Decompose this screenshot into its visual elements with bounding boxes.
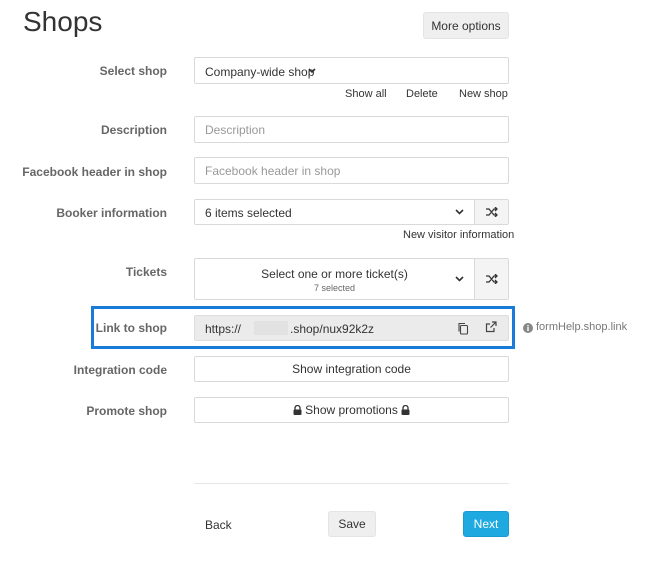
shop-link-url-suffix: .shop/nux92k2z (290, 322, 375, 336)
show-promotions-label: Show promotions (305, 403, 398, 417)
tickets-label: Tickets (125, 265, 167, 279)
redacted-domain (254, 321, 288, 335)
promote-shop-label: Promote shop (86, 404, 167, 418)
description-input[interactable] (194, 116, 509, 143)
more-options-button[interactable]: More options (423, 12, 509, 39)
info-icon[interactable] (523, 322, 533, 336)
page-title: Shops (23, 6, 103, 37)
save-button[interactable]: Save (328, 511, 376, 537)
shuffle-icon[interactable] (474, 200, 508, 224)
booker-information-label: Booker information (56, 206, 167, 220)
integration-code-label: Integration code (73, 363, 167, 377)
lock-icon (293, 405, 302, 415)
copy-icon[interactable] (457, 322, 469, 338)
show-all-link[interactable]: Show all (345, 88, 387, 100)
facebook-header-input[interactable] (194, 157, 509, 184)
delete-shop-link[interactable]: Delete (406, 88, 438, 100)
tickets-selected-count: 7 selected (313, 283, 356, 293)
new-shop-link[interactable]: New shop (459, 88, 508, 100)
chevron-down-icon (308, 68, 316, 74)
divider (194, 483, 509, 484)
show-promotions-button[interactable]: Show promotions (194, 397, 509, 423)
shuffle-icon[interactable] (474, 259, 508, 299)
description-label: Description (100, 123, 167, 137)
select-shop-dropdown[interactable]: Company-wide shop (194, 57, 509, 84)
show-integration-code-button[interactable]: Show integration code (194, 356, 509, 382)
select-shop-label: Select shop (99, 64, 167, 78)
new-visitor-information-link[interactable]: New visitor information (403, 229, 514, 241)
shop-link-url-prefix: https:// (205, 322, 242, 336)
shop-link-field[interactable]: https:// .shop/nux92k2z (194, 315, 509, 341)
select-shop-value: Company-wide shop (205, 65, 315, 79)
tickets-value: Select one or more ticket(s) (261, 267, 408, 281)
link-to-shop-label: Link to shop (95, 321, 167, 335)
back-button[interactable]: Back (205, 518, 232, 532)
booker-information-select[interactable]: 6 items selected (194, 199, 509, 225)
booker-information-value: 6 items selected (205, 206, 292, 220)
external-link-icon[interactable] (485, 321, 497, 336)
shop-link-help-text: formHelp.shop.link (536, 321, 628, 333)
facebook-header-label: Facebook header in shop (22, 165, 167, 179)
chevron-down-icon (455, 209, 464, 215)
lock-icon (401, 405, 410, 415)
next-button[interactable]: Next (463, 511, 509, 537)
chevron-down-icon (455, 276, 464, 282)
tickets-select[interactable]: Select one or more ticket(s) 7 selected (194, 258, 509, 300)
